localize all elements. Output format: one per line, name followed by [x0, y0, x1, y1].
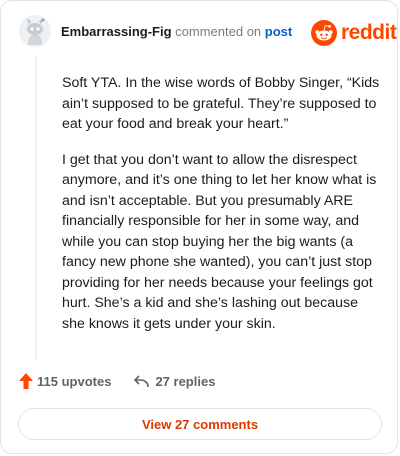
action-text: commented on [175, 24, 262, 39]
upvote-count: 115 upvotes [37, 373, 112, 389]
comment-paragraph-2: I get that you don’t want to allow the d… [62, 151, 377, 332]
comment-header: Embarrassing-Fig commented on post [61, 24, 292, 39]
reddit-logo[interactable]: reddit [311, 20, 397, 46]
logo-wordmark: reddit [341, 21, 397, 44]
comment-card: Embarrassing-Fig commented on post reddi… [0, 0, 398, 454]
reddit-snoo-avatar-icon [19, 15, 51, 47]
reply-arrow-icon [134, 374, 150, 387]
user-avatar[interactable] [19, 15, 51, 47]
comment-paragraph-1: Soft YTA. In the wise words of Bobby Sin… [62, 75, 380, 132]
comment-body: Soft YTA. In the wise words of Bobby Sin… [62, 73, 382, 349]
post-link[interactable]: post [265, 24, 292, 39]
thread-line [35, 57, 37, 359]
upvote-arrow-icon [19, 373, 33, 389]
replies-button[interactable]: 27 replies [133, 374, 215, 389]
upvote-button[interactable]: 115 upvotes [19, 373, 111, 389]
view-comments-button[interactable]: View 27 comments [18, 408, 382, 440]
username-link[interactable]: Embarrassing-Fig [61, 24, 172, 39]
reddit-snoo-logo-icon [311, 20, 337, 46]
reply-count: 27 replies [155, 373, 216, 389]
comment-actions: 115 upvotes 27 replies [19, 373, 215, 389]
